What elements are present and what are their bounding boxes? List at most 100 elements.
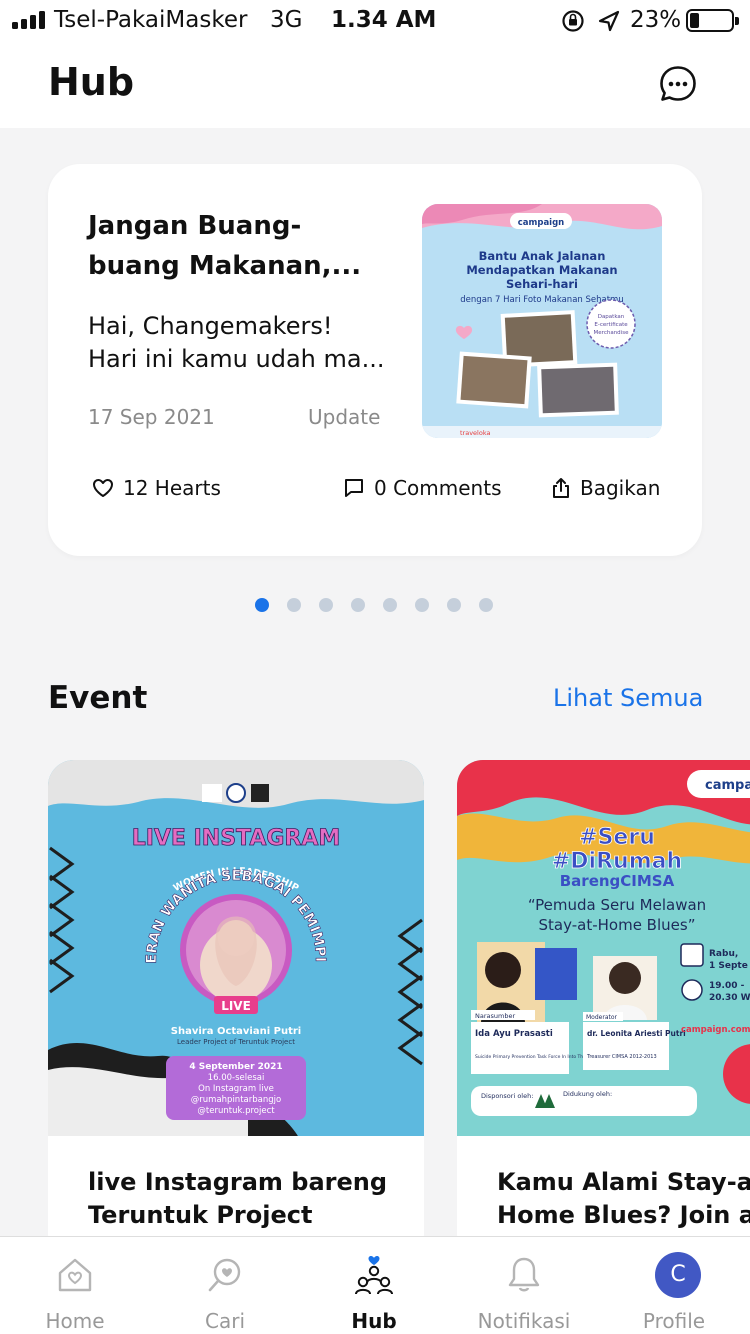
section-title-event: Event — [48, 680, 148, 716]
hearts-count: 12 Hearts — [123, 476, 221, 500]
poster-brand-3: BarengCIMSA — [560, 872, 675, 890]
poster-date: 4 September 2021 — [189, 1062, 282, 1072]
svg-text:Merchandise: Merchandise — [594, 330, 630, 336]
update-title: Jangan Buang-buang Makanan,... — [88, 211, 362, 281]
poster-handle-1: @rumahpintarbangjo — [191, 1095, 281, 1105]
comment-icon — [345, 479, 363, 497]
poster-moderator-name: dr. Leonita Ariesti Putri — [587, 1029, 686, 1038]
event-card[interactable]: LIVE INSTAGRAM WOMEN IN LEADERSHIP PERAN… — [48, 760, 424, 1260]
svg-text:Bantu Anak Jalanan: Bantu Anak Jalanan — [479, 249, 606, 263]
comments-count: 0 Comments — [374, 476, 502, 500]
svg-text:Sehari-hari: Sehari-hari — [506, 277, 578, 291]
poster-handle-2: @teruntuk.project — [197, 1106, 275, 1116]
poster-time-start: 19.00 - — [709, 981, 745, 991]
poster-speaker-tag: Narasumber — [475, 1012, 515, 1020]
search-heart-icon — [208, 1258, 241, 1292]
battery-percent: 23% — [630, 7, 682, 33]
carousel-dot[interactable] — [319, 598, 333, 612]
carrier-name: Tsel-PakaiMasker — [54, 7, 248, 33]
carousel-dot[interactable] — [415, 598, 429, 612]
event-title: live Instagram bareng Teruntuk Project — [88, 1166, 418, 1232]
event-title-line-2: Teruntuk Project — [88, 1201, 313, 1229]
status-bar: Tsel-PakaiMasker 3G 1.34 AM 23% — [0, 0, 750, 42]
poster-link: campaign.com/ — [681, 1025, 750, 1035]
event-title-line-2: Home Blues? Join ac — [497, 1201, 750, 1229]
poster-live-badge: LIVE — [221, 999, 251, 1013]
update-actions: 12 Hearts 0 Comments Bagikan — [88, 476, 668, 506]
location-arrow-icon — [598, 10, 620, 32]
share-icon — [553, 478, 569, 498]
thumb-footer: traveloka — [460, 429, 490, 437]
poster-tagline-1: “Pemuda Seru Melawan — [528, 896, 706, 914]
bell-icon — [508, 1257, 540, 1292]
network-type: 3G — [270, 7, 303, 33]
battery-icon — [686, 9, 739, 32]
carousel-dot[interactable] — [255, 598, 269, 612]
poster-brand-1: #Seru — [579, 825, 655, 850]
poster-speaker: Shavira Octaviani Putri — [171, 1026, 301, 1037]
tab-label: Profile — [642, 1309, 706, 1333]
signal-icon — [12, 11, 46, 29]
clock: 1.34 AM — [331, 7, 437, 33]
poster-heading: LIVE INSTAGRAM — [132, 826, 341, 851]
tab-label: Home — [45, 1309, 105, 1333]
tab-label: Cari — [205, 1309, 245, 1333]
heart-icon — [93, 479, 113, 497]
poster-speaker-name: Ida Ayu Prasasti — [475, 1029, 553, 1039]
tab-cari[interactable]: Cari — [150, 1237, 300, 1334]
carousel-pagination — [255, 598, 505, 614]
event-poster: campa #Seru #DiRumah BarengCIMSA “Pemuda… — [457, 760, 750, 1136]
event-title-line-1: live Instagram bareng — [88, 1168, 388, 1196]
update-thumbnail[interactable]: campaign Bantu Anak Jalanan Mendapatkan … — [422, 204, 662, 438]
comments-button[interactable]: 0 Comments — [343, 476, 502, 500]
poster-brand-2: #DiRumah — [552, 849, 682, 874]
app-header: Hub — [0, 42, 750, 128]
tab-hub[interactable]: Hub — [299, 1237, 449, 1334]
update-card[interactable]: Jangan Buang-buang Makanan,... Hai, Chan… — [48, 164, 702, 556]
svg-text:E-certificate: E-certificate — [594, 322, 628, 328]
poster-sponsor-label: Disponsori oleh: — [481, 1092, 533, 1100]
carousel-dot[interactable] — [287, 598, 301, 612]
bottom-tab-bar: Home Cari Hub Notifikasi C Profile — [0, 1236, 750, 1334]
poster-tagline-2: Stay-at-Home Blues” — [539, 916, 696, 934]
svg-text:Dapatkan: Dapatkan — [598, 314, 625, 320]
poster-time-end: 20.30 W — [709, 993, 750, 1003]
poster-moderator-role: Treasurer CIMSA 2012-2013 — [586, 1054, 657, 1060]
event-title-line-1: Kamu Alami Stay-at — [497, 1168, 750, 1196]
poster-badge: campa — [705, 778, 750, 793]
chat-bubble-icon[interactable] — [658, 64, 698, 104]
poster-date: 1 Septe — [709, 961, 748, 971]
share-label: Bagikan — [580, 476, 661, 500]
share-button[interactable]: Bagikan — [551, 476, 660, 500]
carousel-dot[interactable] — [479, 598, 493, 612]
poster-time: 16.00-selesai — [208, 1073, 265, 1083]
orientation-lock-icon — [562, 10, 620, 32]
tab-notifikasi[interactable]: Notifikasi — [449, 1237, 599, 1334]
carousel-dot[interactable] — [351, 598, 365, 612]
update-excerpt: Hai, Changemakers! Hari ini kamu udah ma… — [88, 312, 385, 373]
tab-profile[interactable]: C Profile — [599, 1237, 749, 1334]
update-date: 17 Sep 2021 — [88, 405, 215, 429]
see-all-link[interactable]: Lihat Semua — [553, 684, 703, 712]
tab-home[interactable]: Home — [0, 1237, 150, 1334]
tab-label: Hub — [351, 1309, 397, 1333]
tab-label: Notifikasi — [477, 1309, 571, 1333]
event-card[interactable]: campa #Seru #DiRumah BarengCIMSA “Pemuda… — [457, 760, 750, 1260]
hearts-button[interactable]: 12 Hearts — [92, 476, 221, 500]
poster-platform: On Instagram live — [198, 1084, 274, 1094]
thumb-badge: campaign — [518, 218, 565, 228]
event-poster: LIVE INSTAGRAM WOMEN IN LEADERSHIP PERAN… — [48, 760, 424, 1136]
people-heart-icon — [355, 1256, 393, 1295]
svg-text:Mendapatkan Makanan: Mendapatkan Makanan — [466, 263, 617, 277]
update-type-label: Update — [308, 405, 381, 429]
carousel-dot[interactable] — [447, 598, 461, 612]
home-heart-icon — [58, 1258, 92, 1292]
event-title: Kamu Alami Stay-at Home Blues? Join ac — [497, 1166, 750, 1232]
poster-day: Rabu, — [709, 949, 738, 959]
poster-speaker-role: Leader Project of Teruntuk Project — [177, 1038, 295, 1046]
avatar: C — [655, 1252, 701, 1298]
poster-support-label: Didukung oleh: — [563, 1090, 612, 1098]
page-title: Hub — [48, 60, 135, 104]
poster-moderator-tag: Moderator — [586, 1014, 618, 1021]
carousel-dot[interactable] — [383, 598, 397, 612]
